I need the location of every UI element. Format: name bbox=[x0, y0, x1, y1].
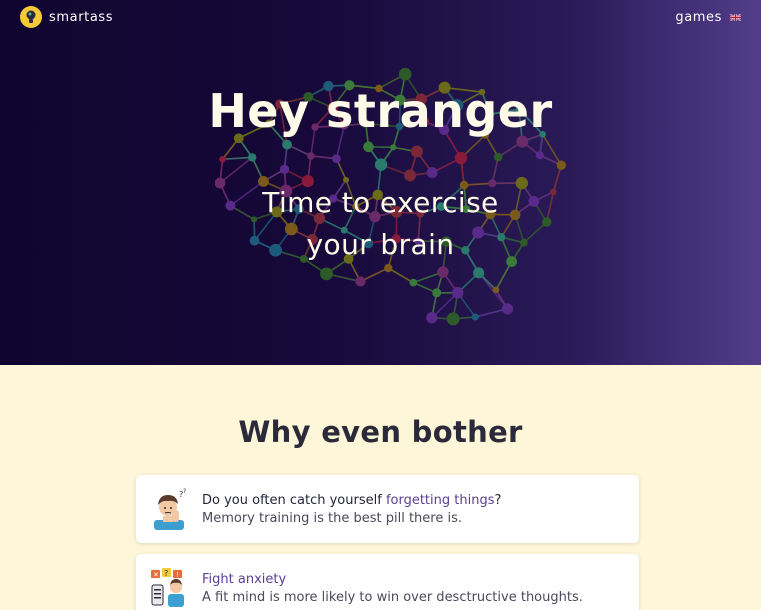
logo-text: smartass bbox=[49, 9, 114, 25]
card-heading-prefix: Do you often catch yourself bbox=[202, 492, 386, 508]
games-link[interactable]: games bbox=[675, 10, 722, 25]
hero-subtitle: Time to exercise your brain bbox=[0, 182, 761, 266]
benefit-card-anxiety: ✕ ? ! Fight anxiety A fit mind is more l… bbox=[136, 554, 639, 610]
nav-right: games bbox=[675, 10, 741, 25]
forgetting-things-link[interactable]: forgetting things bbox=[386, 493, 495, 508]
card-heading-suffix: ? bbox=[494, 492, 502, 508]
card-description: A fit mind is more likely to win over de… bbox=[202, 589, 583, 605]
benefit-card-memory: ? ? Do you often catch yourself forgetti… bbox=[136, 475, 639, 543]
svg-text:?: ? bbox=[164, 569, 168, 578]
svg-text:!: ! bbox=[176, 571, 179, 579]
card-heading: Do you often catch yourself forgetting t… bbox=[202, 493, 501, 508]
card-text: Do you often catch yourself forgetting t… bbox=[202, 493, 501, 526]
hero-subtitle-line-1: Time to exercise bbox=[262, 186, 499, 219]
top-nav: smartass games bbox=[0, 0, 761, 34]
fight-anxiety-link[interactable]: Fight anxiety bbox=[202, 572, 286, 587]
hero-banner: smartass games Hey stranger Time to exer… bbox=[0, 0, 761, 365]
hero-subtitle-line-2: your brain bbox=[306, 228, 455, 261]
forgetful-person-icon: ? ? bbox=[154, 488, 186, 530]
why-section: Why even bother ? ? Do you often catch y… bbox=[0, 365, 761, 610]
card-text: Fight anxiety A fit mind is more likely … bbox=[202, 572, 583, 605]
hero-title: Hey stranger bbox=[208, 84, 553, 138]
anxiety-person-icon: ✕ ? ! bbox=[151, 568, 184, 607]
uk-flag-icon[interactable] bbox=[730, 13, 741, 21]
card-description: Memory training is the best pill there i… bbox=[202, 510, 462, 526]
lightbulb-logo-icon bbox=[20, 6, 42, 28]
svg-text:✕: ✕ bbox=[153, 571, 159, 579]
svg-text:?: ? bbox=[183, 488, 186, 495]
card-heading: Fight anxiety bbox=[202, 572, 583, 587]
section-title: Why even bother bbox=[238, 415, 523, 449]
logo[interactable]: smartass bbox=[20, 6, 113, 28]
